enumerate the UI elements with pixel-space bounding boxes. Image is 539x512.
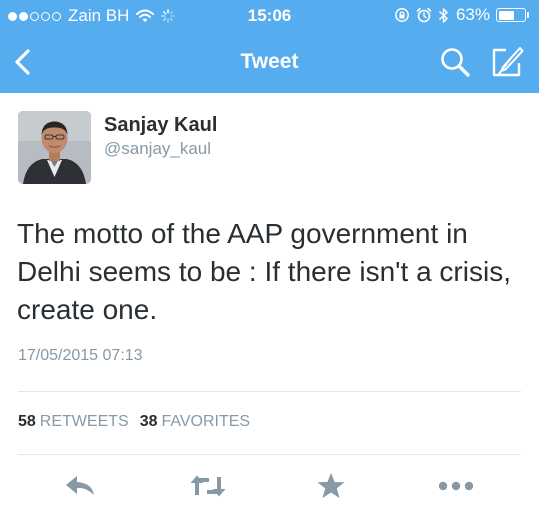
author-handle[interactable]: @sanjay_kaul [104, 138, 211, 160]
divider [18, 454, 521, 455]
tweet-timestamp: 17/05/2015 07:13 [18, 347, 143, 364]
battery-percent: 63% [455, 5, 490, 24]
retweet-icon[interactable] [188, 473, 228, 499]
tweet-text: The motto of the AAP government in Delhi… [17, 218, 511, 325]
favorites-count[interactable]: 38 [140, 412, 158, 432]
avatar[interactable] [18, 111, 91, 184]
author-name[interactable]: Sanjay Kaul [104, 113, 217, 137]
compose-icon[interactable] [490, 45, 524, 79]
status-right: 63% [388, 6, 529, 24]
avatar-photo [18, 111, 91, 184]
battery-tip [527, 12, 529, 18]
bluetooth-icon [438, 7, 448, 23]
nav-bar: Tweet [0, 32, 539, 93]
tweet-stats: 58 RETWEETS 38 FAVORITES [18, 412, 261, 432]
star-icon[interactable] [316, 472, 346, 500]
retweets-label[interactable]: RETWEETS [40, 412, 129, 432]
rotation-lock-icon [395, 8, 409, 22]
divider [18, 391, 521, 392]
status-bar: Zain BH 15:06 63% [0, 0, 539, 32]
search-icon[interactable] [439, 46, 471, 78]
header: Zain BH 15:06 63% Tweet [0, 0, 539, 93]
alarm-icon [416, 7, 432, 23]
retweets-count[interactable]: 58 [18, 412, 36, 432]
reply-icon[interactable] [64, 474, 96, 498]
more-icon[interactable] [438, 481, 474, 491]
battery-icon [496, 8, 529, 22]
battery-body [496, 8, 526, 22]
favorites-label[interactable]: FAVORITES [161, 412, 250, 432]
battery-fill [498, 10, 515, 20]
action-bar [0, 470, 539, 502]
